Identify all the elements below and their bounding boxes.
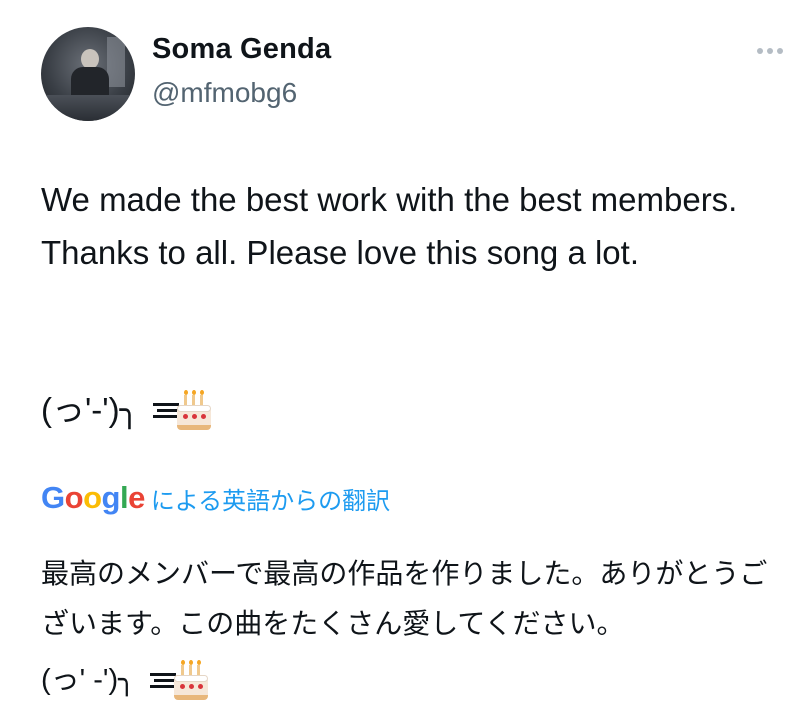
translated-text: 最高のメンバーで最高の作品を作りました。ありがとうございます。この曲をたくさん愛… [41,557,768,640]
more-dot [767,48,773,54]
more-dot [757,48,763,54]
more-dot [777,48,783,54]
author-handle[interactable]: @mfmobg6 [152,77,297,109]
google-letter: o [83,480,102,515]
avatar-figure-head [81,49,99,69]
tweet-card: Soma Genda @mfmobg6 We made the best wor… [0,0,802,723]
google-letter: e [128,480,145,515]
tweet-text: We made the best work with the best memb… [41,181,746,271]
cake-icon [175,390,213,430]
kaomoji-text: (っ'-')╮ [41,391,140,428]
kaomoji-text: (っ' -')╮ [41,664,136,696]
avatar-light [107,37,125,87]
translated-kaomoji-line: (っ' -')╮ [41,660,210,700]
more-horizontal-icon[interactable] [752,44,788,58]
google-letter: l [119,480,129,515]
translation-label[interactable]: による英語からの翻訳 [151,481,390,516]
google-logo: G o o g l e [41,480,145,516]
cake-icon [172,660,210,700]
avatar[interactable] [41,27,135,121]
author-name[interactable]: Soma Genda [152,33,331,66]
tweet-kaomoji-line: (っ'-')╮ [41,385,213,435]
translation-attribution[interactable]: G o o g l e による英語からの翻訳 [41,480,390,516]
avatar-desk [41,95,135,121]
google-letter: o [64,480,84,515]
google-letter: G [41,480,65,515]
google-letter: g [101,480,121,515]
